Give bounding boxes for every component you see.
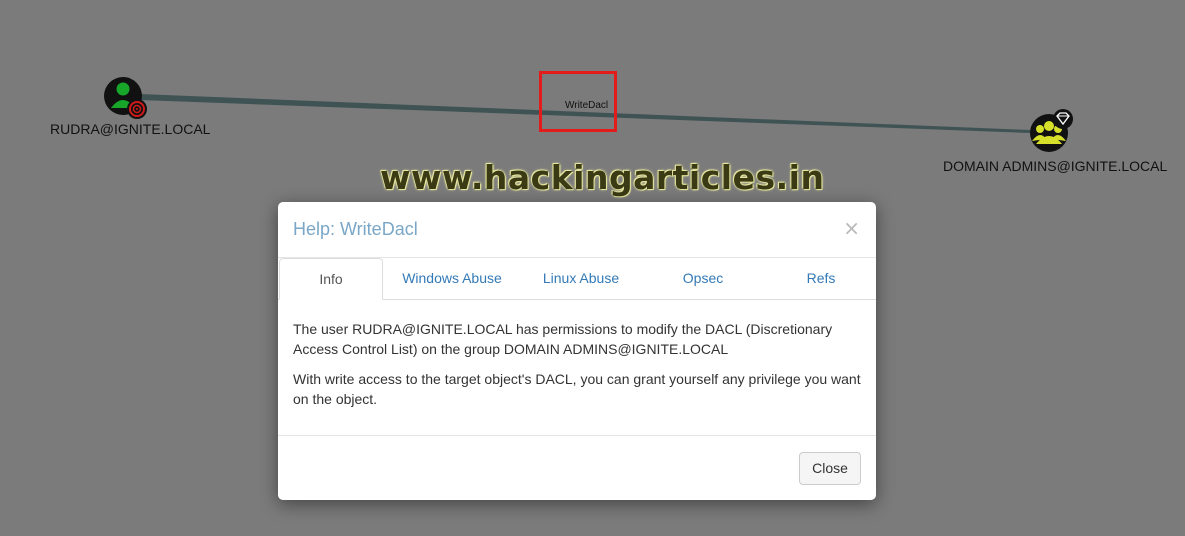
tab-linux-abuse[interactable]: Linux Abuse [522, 258, 640, 299]
help-modal: Help: WriteDacl × Info Windows Abuse Lin… [278, 202, 876, 500]
modal-header: Help: WriteDacl × [278, 202, 876, 258]
watermark: www.hackingarticles.in [380, 158, 825, 197]
tab-windows-abuse[interactable]: Windows Abuse [382, 258, 522, 299]
target-node-label: DOMAIN ADMINS@IGNITE.LOCAL [943, 158, 1168, 174]
modal-title: Help: WriteDacl [293, 219, 418, 239]
modal-footer: Close [278, 435, 876, 501]
source-node-label: RUDRA@IGNITE.LOCAL [50, 121, 211, 137]
close-icon[interactable]: × [843, 216, 860, 240]
tab-opsec[interactable]: Opsec [644, 258, 762, 299]
modal-body: The user RUDRA@IGNITE.LOCAL has permissi… [293, 319, 865, 419]
target-icon [127, 99, 147, 119]
info-paragraph: With write access to the target object's… [293, 371, 861, 407]
tab-bar: Info Windows Abuse Linux Abuse Opsec Ref… [278, 258, 876, 300]
edge-highlight-box [539, 71, 617, 132]
tab-info[interactable]: Info [279, 258, 383, 300]
tab-refs[interactable]: Refs [766, 258, 876, 299]
close-button[interactable]: Close [799, 452, 861, 485]
info-paragraph: The user RUDRA@IGNITE.LOCAL has permissi… [293, 321, 833, 357]
gem-icon [1053, 109, 1073, 129]
